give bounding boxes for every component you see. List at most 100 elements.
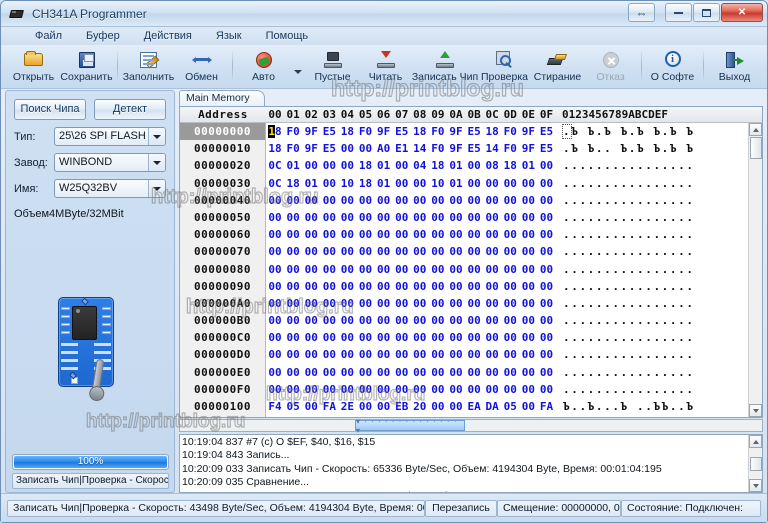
hex-byte-cell[interactable]: 0C xyxy=(266,157,284,174)
hex-byte-cell[interactable]: 00 xyxy=(266,329,284,346)
hex-byte-cell[interactable]: E5 xyxy=(465,140,483,157)
hex-row-address[interactable]: 00000070 xyxy=(180,243,265,260)
hex-byte-cell[interactable]: 00 xyxy=(501,209,519,226)
hex-row[interactable]: 00000000000000000000000000000000 xyxy=(266,243,558,260)
hex-row-address[interactable]: 000000C0 xyxy=(180,329,265,346)
hex-byte-cell[interactable]: 00 xyxy=(393,329,411,346)
hex-byte-cell[interactable]: 00 xyxy=(429,192,447,209)
hex-byte-cell[interactable]: 00 xyxy=(501,364,519,381)
hex-byte-cell[interactable]: 00 xyxy=(537,243,555,260)
hex-byte-cell[interactable]: 00 xyxy=(447,209,465,226)
hex-byte-cell[interactable]: 00 xyxy=(284,346,302,363)
hex-byte-cell[interactable]: 00 xyxy=(284,226,302,243)
hex-byte-cell[interactable]: 00 xyxy=(320,243,338,260)
hex-byte-cell[interactable]: E1 xyxy=(393,140,411,157)
log-panel[interactable]: 10:19:04 837 #7 (с) O $EF, $40, $16, $15… xyxy=(179,434,763,493)
chip-type-select[interactable]: 25\26 SPI FLASH xyxy=(54,127,166,146)
hex-ascii-row[interactable]: ................ xyxy=(563,192,748,209)
hex-byte-cell[interactable]: 00 xyxy=(375,346,393,363)
hex-byte-cell[interactable]: 00 xyxy=(393,278,411,295)
hex-byte-cell[interactable]: 00 xyxy=(356,381,374,398)
hex-ascii-row[interactable]: Ъ..Ъ...Ъ ..ЪЪ..Ъ xyxy=(563,398,748,415)
hex-byte-cell[interactable]: 00 xyxy=(393,209,411,226)
hex-byte-cell[interactable]: 05 xyxy=(284,415,302,417)
hex-byte-cell[interactable]: 00 xyxy=(356,243,374,260)
hex-byte-cell[interactable]: 00 xyxy=(284,243,302,260)
hex-byte-cell[interactable]: 00 xyxy=(519,261,537,278)
hex-byte-cell[interactable]: 00 xyxy=(375,243,393,260)
hex-byte-cell[interactable]: 18 xyxy=(429,157,447,174)
hex-byte-cell[interactable]: 00 xyxy=(375,261,393,278)
hex-byte-cell[interactable]: 00 xyxy=(447,364,465,381)
hex-row[interactable]: F40500FA2E0000EB200000EADA0500FA xyxy=(266,398,558,415)
hex-byte-cell[interactable]: 00 xyxy=(266,278,284,295)
close-button[interactable]: ✕ xyxy=(721,3,763,22)
hex-byte-cell[interactable]: 9F xyxy=(447,123,465,140)
hex-byte-cell[interactable]: 00 xyxy=(429,398,447,415)
hex-byte-cell[interactable]: 00 xyxy=(429,346,447,363)
hex-byte-cell[interactable]: 18 xyxy=(483,123,501,140)
hex-byte-cell[interactable]: 00 xyxy=(393,157,411,174)
hex-row[interactable]: 00000000000000000000000000000000 xyxy=(266,226,558,243)
hex-byte-cell[interactable]: 00 xyxy=(356,192,374,209)
hex-bytes-grid[interactable]: 18F09FE518F09FE518F09FE518F09FE518F09FE5… xyxy=(266,123,558,417)
hex-byte-cell[interactable]: 00 xyxy=(338,415,356,417)
hex-byte-cell[interactable]: 00 xyxy=(266,364,284,381)
toolbar-blank[interactable]: Пустые xyxy=(306,47,359,88)
hex-byte-cell[interactable]: 00 xyxy=(465,364,483,381)
hex-byte-cell[interactable]: 00 xyxy=(411,175,429,192)
toolbar-auto-dropdown[interactable] xyxy=(290,47,306,88)
hex-byte-cell[interactable]: 00 xyxy=(519,346,537,363)
hex-byte-cell[interactable]: 00 xyxy=(411,192,429,209)
hex-ascii-row[interactable]: Ъ..Ъ.Ъ ЪЪЪ!ЪЪЪ!Ъ xyxy=(563,415,748,417)
status-mode[interactable]: Перезапись xyxy=(425,500,497,517)
hex-byte-cell[interactable]: 00 xyxy=(483,364,501,381)
hex-byte-cell[interactable]: 00 xyxy=(465,157,483,174)
hex-byte-cell[interactable]: F0 xyxy=(284,123,302,140)
hex-row[interactable]: 00000000000000000000000000000000 xyxy=(266,346,558,363)
hex-ascii-row[interactable]: ................ xyxy=(563,295,748,312)
hex-byte-cell[interactable]: 00 xyxy=(302,157,320,174)
hex-row[interactable]: 00000000000000000000000000000000 xyxy=(266,192,558,209)
hex-byte-cell[interactable]: A0 xyxy=(375,140,393,157)
hex-byte-cell[interactable]: 00 xyxy=(284,381,302,398)
tab-main-memory[interactable]: Main Memory xyxy=(179,90,265,106)
hex-byte-cell[interactable]: 00 xyxy=(537,209,555,226)
hex-byte-cell[interactable]: 00 xyxy=(411,226,429,243)
hex-ascii-row[interactable]: ................ xyxy=(563,157,748,174)
hex-byte-cell[interactable]: 00 xyxy=(302,243,320,260)
hex-byte-cell[interactable]: 00 xyxy=(338,346,356,363)
hex-row[interactable]: 00000000000000000000000000000000 xyxy=(266,278,558,295)
hex-ascii-grid[interactable]: .Ъ Ъ.Ъ Ъ.Ъ Ъ.Ъ Ъ.Ъ Ъ.. Ъ.Ъ Ъ.Ъ Ъ........… xyxy=(558,123,748,417)
hex-row-address[interactable]: 00000000 xyxy=(180,123,265,140)
hex-byte-cell[interactable]: 00 xyxy=(302,312,320,329)
hex-ascii-row[interactable]: ................ xyxy=(563,209,748,226)
hex-row[interactable]: 18F09FE50000A0E114F09FE514F09FE5 xyxy=(266,140,558,157)
hex-byte-cell[interactable]: 01 xyxy=(375,157,393,174)
hex-byte-cell[interactable]: 04 xyxy=(411,157,429,174)
hex-byte-cell[interactable]: FA xyxy=(320,398,338,415)
hex-byte-cell[interactable]: 00 xyxy=(266,312,284,329)
hex-byte-cell[interactable]: F0 xyxy=(501,415,519,417)
hex-byte-cell[interactable]: 00 xyxy=(411,278,429,295)
hex-byte-cell[interactable]: 18 xyxy=(501,157,519,174)
hex-byte-cell[interactable]: 00 xyxy=(411,295,429,312)
hex-byte-cell[interactable]: 00 xyxy=(393,192,411,209)
hex-byte-cell[interactable]: 9F xyxy=(375,123,393,140)
hex-byte-cell[interactable]: 00 xyxy=(393,175,411,192)
hex-byte-cell[interactable]: 14 xyxy=(483,140,501,157)
hex-row-address[interactable]: 00000080 xyxy=(180,261,265,278)
hex-byte-cell[interactable]: 00 xyxy=(429,209,447,226)
hex-byte-cell[interactable]: 00 xyxy=(465,175,483,192)
hex-byte-cell[interactable]: 00 xyxy=(447,295,465,312)
hex-byte-cell[interactable]: 00 xyxy=(483,329,501,346)
hex-byte-cell[interactable]: 00 xyxy=(483,295,501,312)
hex-byte-cell[interactable]: F0 xyxy=(501,123,519,140)
hex-byte-cell[interactable]: FA xyxy=(537,398,555,415)
hex-byte-cell[interactable]: 00 xyxy=(501,243,519,260)
log-scroll-down-button[interactable] xyxy=(749,479,762,492)
hex-byte-cell[interactable]: 00 xyxy=(302,364,320,381)
hex-ascii-row[interactable]: ................ xyxy=(563,226,748,243)
hex-byte-cell[interactable]: 00 xyxy=(393,226,411,243)
chip-name-select[interactable]: W25Q32BV xyxy=(54,179,166,198)
